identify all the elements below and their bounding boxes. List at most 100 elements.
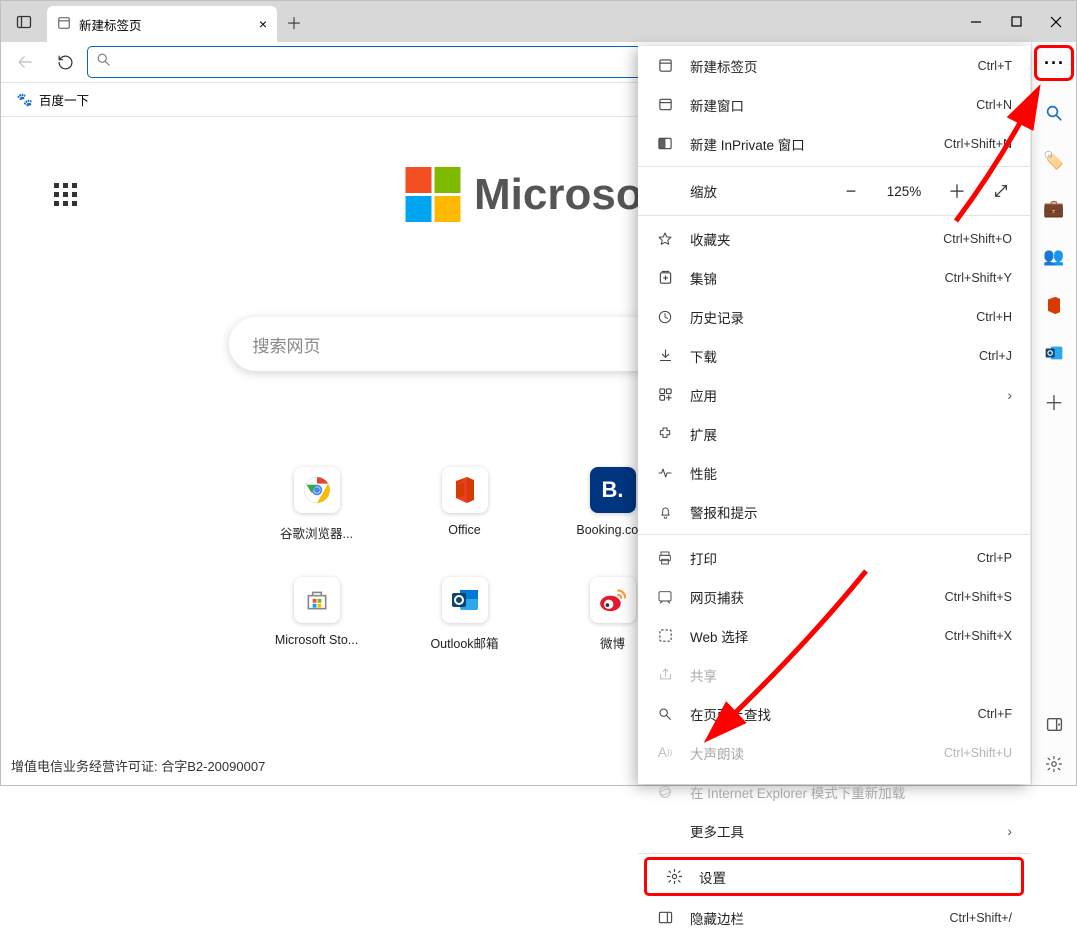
menu-performance[interactable]: 性能 [638, 453, 1030, 492]
window-controls [956, 1, 1076, 42]
tab-title: 新建标签页 [79, 15, 142, 34]
edge-sidebar: 🏷️ 💼 👥 ＋ [1031, 42, 1076, 785]
footer-license: 增值电信业务经营许可证: 合字B2-20090007 [11, 756, 265, 775]
sidebar-add[interactable]: ＋ [1043, 390, 1065, 412]
gear-icon [665, 868, 683, 885]
more-button[interactable]: ··· [1044, 53, 1065, 74]
menu-capture[interactable]: 网页捕获Ctrl+Shift+S [638, 577, 1030, 616]
menu-history[interactable]: 历史记录Ctrl+H [638, 297, 1030, 336]
chrome-icon [303, 476, 331, 504]
page-icon [656, 58, 674, 73]
chevron-right-icon: › [1007, 387, 1012, 403]
zoom-out-button[interactable]: − [834, 176, 868, 206]
sidebar-office[interactable] [1043, 294, 1065, 316]
tile-office[interactable]: Office [435, 467, 495, 542]
briefcase-icon: 💼 [1043, 199, 1064, 219]
back-button[interactable] [7, 46, 43, 78]
menu-print[interactable]: 打印Ctrl+P [638, 538, 1030, 577]
title-bar: 新建标签页 × ＋ [1, 1, 1076, 42]
tile-chrome[interactable]: 谷歌浏览器... [287, 467, 347, 542]
fullscreen-button[interactable] [986, 183, 1016, 199]
games-icon: 👥 [1043, 247, 1064, 267]
select-icon [656, 628, 674, 643]
bookmark-label: 百度一下 [39, 90, 89, 109]
search-icon [1045, 104, 1063, 122]
minimize-button[interactable] [956, 1, 996, 42]
reload-button[interactable] [47, 46, 83, 78]
panel-icon [656, 910, 674, 925]
microsoft-squares-icon [405, 167, 460, 222]
office-icon [1046, 296, 1062, 315]
reload-icon [57, 54, 74, 71]
tile-weibo[interactable]: 微博 [583, 577, 643, 652]
readaloud-icon: A)) [656, 745, 674, 760]
menu-favorites[interactable]: 收藏夹Ctrl+Shift+O [638, 219, 1030, 258]
tab-close-button[interactable]: × [259, 16, 267, 32]
share-icon [656, 667, 674, 682]
maximize-button[interactable] [996, 1, 1036, 42]
menu-extensions[interactable]: 扩展 [638, 414, 1030, 453]
menu-new-window[interactable]: 新建窗口Ctrl+N [638, 85, 1030, 124]
pulse-icon [656, 465, 674, 481]
page-icon [57, 16, 71, 33]
menu-zoom: 缩放 − 125% ＋ [638, 170, 1030, 212]
menu-alerts[interactable]: 警报和提示 [638, 492, 1030, 531]
menu-downloads[interactable]: 下载Ctrl+J [638, 336, 1030, 375]
menu-new-inprivate[interactable]: 新建 InPrivate 窗口Ctrl+Shift+N [638, 124, 1030, 163]
gear-icon [1045, 755, 1063, 773]
new-tab-button[interactable]: ＋ [277, 1, 311, 42]
zoom-in-button[interactable]: ＋ [940, 176, 974, 206]
sidebar-search[interactable] [1043, 102, 1065, 124]
search-icon [96, 52, 111, 72]
sidebar-games[interactable]: 👥 [1043, 246, 1065, 268]
menu-apps[interactable]: 应用› [638, 375, 1030, 414]
menu-collections[interactable]: 集锦Ctrl+Shift+Y [638, 258, 1030, 297]
apps-icon [656, 387, 674, 402]
find-icon [656, 706, 674, 722]
sidebar-shopping[interactable]: 🏷️ [1043, 150, 1065, 172]
collections-icon [656, 270, 674, 285]
capture-icon [656, 589, 674, 605]
download-icon [656, 348, 674, 363]
outlook-icon [451, 588, 479, 612]
tab-actions-button[interactable] [1, 1, 47, 42]
history-icon [656, 309, 674, 325]
bell-icon [656, 504, 674, 520]
window-icon [656, 97, 674, 112]
sidebar-outlook[interactable] [1043, 342, 1065, 364]
menu-hidesidebar[interactable]: 隐藏边栏Ctrl+Shift+/ [638, 898, 1030, 937]
browser-tab[interactable]: 新建标签页 × [47, 6, 277, 42]
menu-new-tab[interactable]: 新建标签页Ctrl+T [638, 46, 1030, 85]
search-placeholder: 搜索网页 [253, 332, 321, 357]
sidebar-tools[interactable]: 💼 [1043, 198, 1065, 220]
tile-msstore[interactable]: Microsoft Sto... [287, 577, 347, 652]
menu-webselect[interactable]: Web 选择Ctrl+Shift+X [638, 616, 1030, 655]
tab-actions-icon [16, 14, 32, 30]
store-icon [304, 587, 330, 613]
arrow-left-icon [16, 53, 34, 71]
menu-readaloud: A))大声朗读Ctrl+Shift+U [638, 733, 1030, 772]
microsoft-logo: Microsoft [405, 167, 672, 222]
close-window-button[interactable] [1036, 1, 1076, 42]
zoom-value: 125% [880, 184, 928, 199]
settings-menu: 新建标签页Ctrl+T 新建窗口Ctrl+N 新建 InPrivate 窗口Ct… [638, 46, 1030, 784]
plus-icon: ＋ [1044, 387, 1064, 416]
print-icon [656, 550, 674, 566]
tile-booking[interactable]: B.Booking.com [583, 467, 643, 542]
zoom-label: 缩放 [690, 181, 717, 201]
app-launcher-button[interactable] [54, 183, 77, 206]
bookmark-baidu[interactable]: 🐾 百度一下 [11, 86, 95, 113]
office-icon [453, 476, 477, 504]
star-icon [656, 231, 674, 247]
weibo-icon [599, 588, 627, 612]
menu-moretools[interactable]: 更多工具› [638, 811, 1030, 850]
inprivate-icon [656, 136, 674, 151]
sidebar-settings[interactable] [1043, 753, 1065, 775]
extensions-icon [656, 426, 674, 442]
menu-find[interactable]: 在页面上查找Ctrl+F [638, 694, 1030, 733]
paw-icon: 🐾 [17, 92, 33, 108]
fullscreen-icon [993, 183, 1009, 199]
sidebar-toggle[interactable] [1043, 713, 1065, 735]
menu-settings[interactable]: 设置 [644, 857, 1024, 896]
tile-outlook[interactable]: Outlook邮箱 [435, 577, 495, 652]
